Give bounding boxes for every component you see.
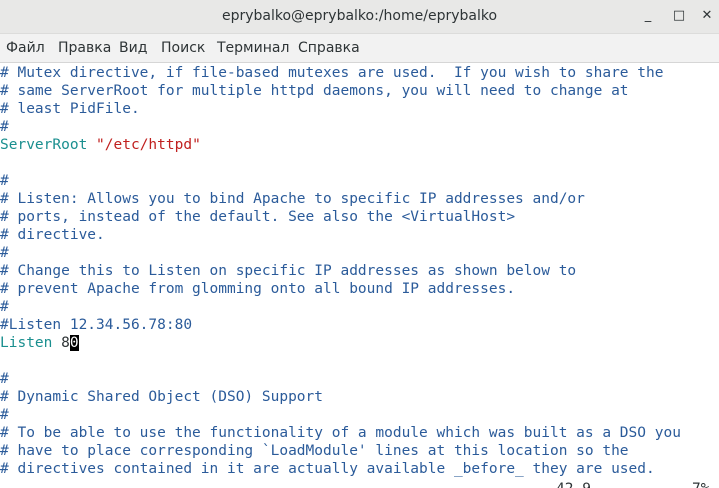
comment-text: # Mutex directive, if file-based mutexes… bbox=[0, 65, 664, 81]
editor-line: # bbox=[0, 370, 9, 388]
menu-file[interactable]: Файл bbox=[6, 40, 45, 56]
menu-edit[interactable]: Правка bbox=[58, 40, 111, 56]
editor-line: # bbox=[0, 244, 9, 262]
minimize-button[interactable]: _ bbox=[638, 6, 658, 26]
editor-line: # bbox=[0, 172, 9, 190]
menu-bar: Файл Правка Вид Поиск Терминал Справка bbox=[0, 34, 719, 63]
comment-text: # directive. bbox=[0, 227, 105, 243]
editor-line: # directive. bbox=[0, 226, 105, 244]
comment-text: # Listen: Allows you to bind Apache to s… bbox=[0, 191, 585, 207]
comment-text: # To be able to use the functionality of… bbox=[0, 425, 681, 441]
comment-text: # least PidFile. bbox=[0, 101, 140, 117]
menu-view[interactable]: Вид bbox=[119, 40, 147, 56]
editor-line: ServerRoot "/etc/httpd" bbox=[0, 136, 201, 154]
menu-search[interactable]: Поиск bbox=[161, 40, 205, 56]
comment-text: # prevent Apache from glomming onto all … bbox=[0, 281, 516, 297]
editor-line: # To be able to use the functionality of… bbox=[0, 424, 681, 442]
editor-line: # directives contained in it are actuall… bbox=[0, 460, 655, 478]
comment-text: # bbox=[0, 407, 9, 423]
editor-line: # Dynamic Shared Object (DSO) Support bbox=[0, 388, 323, 406]
directive-keyword: Listen bbox=[0, 335, 53, 351]
editor-line: # Listen: Allows you to bind Apache to s… bbox=[0, 190, 585, 208]
comment-text: # bbox=[0, 299, 9, 315]
title-bar: eprybalko@eprybalko:/home/eprybalko _ □ … bbox=[0, 0, 719, 34]
editor-line: # least PidFile. bbox=[0, 100, 140, 118]
comment-text: # bbox=[0, 245, 9, 261]
editor-line: # prevent Apache from glomming onto all … bbox=[0, 280, 515, 298]
cursor-position: 42,9 bbox=[556, 480, 591, 488]
text-cursor: 0 bbox=[69, 335, 79, 351]
close-button[interactable]: ✕ bbox=[697, 6, 717, 26]
editor-line: # same ServerRoot for multiple httpd dae… bbox=[0, 82, 629, 100]
directive-value: 8 bbox=[61, 335, 70, 351]
window-title: eprybalko@eprybalko:/home/eprybalko bbox=[221, 8, 498, 24]
editor-line: #Listen 12.34.56.78:80 bbox=[0, 316, 192, 334]
directive-value: "/etc/httpd" bbox=[96, 137, 201, 153]
scroll-percent: 7% bbox=[692, 480, 709, 488]
comment-text: # Dynamic Shared Object (DSO) Support bbox=[0, 389, 324, 405]
terminal-viewport[interactable]: # Mutex directive, if file-based mutexes… bbox=[0, 63, 719, 488]
maximize-button[interactable]: □ bbox=[669, 6, 689, 26]
comment-text: #Listen 12.34.56.78:80 bbox=[0, 317, 193, 333]
editor-line: Listen 80 bbox=[0, 334, 79, 352]
menu-terminal[interactable]: Терминал bbox=[217, 40, 289, 56]
editor-line: # have to place corresponding `LoadModul… bbox=[0, 442, 629, 460]
editor-line: # bbox=[0, 406, 9, 424]
comment-text: # Change this to Listen on specific IP a… bbox=[0, 263, 577, 279]
comment-text: # ports, instead of the default. See als… bbox=[0, 209, 516, 225]
directive-keyword: ServerRoot bbox=[0, 137, 88, 153]
editor-line: # Change this to Listen on specific IP a… bbox=[0, 262, 576, 280]
comment-text: # directives contained in it are actuall… bbox=[0, 461, 655, 477]
comment-text: # bbox=[0, 371, 9, 387]
editor-line: # ports, instead of the default. See als… bbox=[0, 208, 515, 226]
comment-text: # bbox=[0, 119, 9, 135]
comment-text: # bbox=[0, 173, 9, 189]
editor-line: # bbox=[0, 118, 9, 136]
editor-line: # bbox=[0, 298, 9, 316]
comment-text: # same ServerRoot for multiple httpd dae… bbox=[0, 83, 629, 99]
comment-text: # have to place corresponding `LoadModul… bbox=[0, 443, 629, 459]
editor-line: # Mutex directive, if file-based mutexes… bbox=[0, 64, 663, 82]
menu-help[interactable]: Справка bbox=[298, 40, 360, 56]
